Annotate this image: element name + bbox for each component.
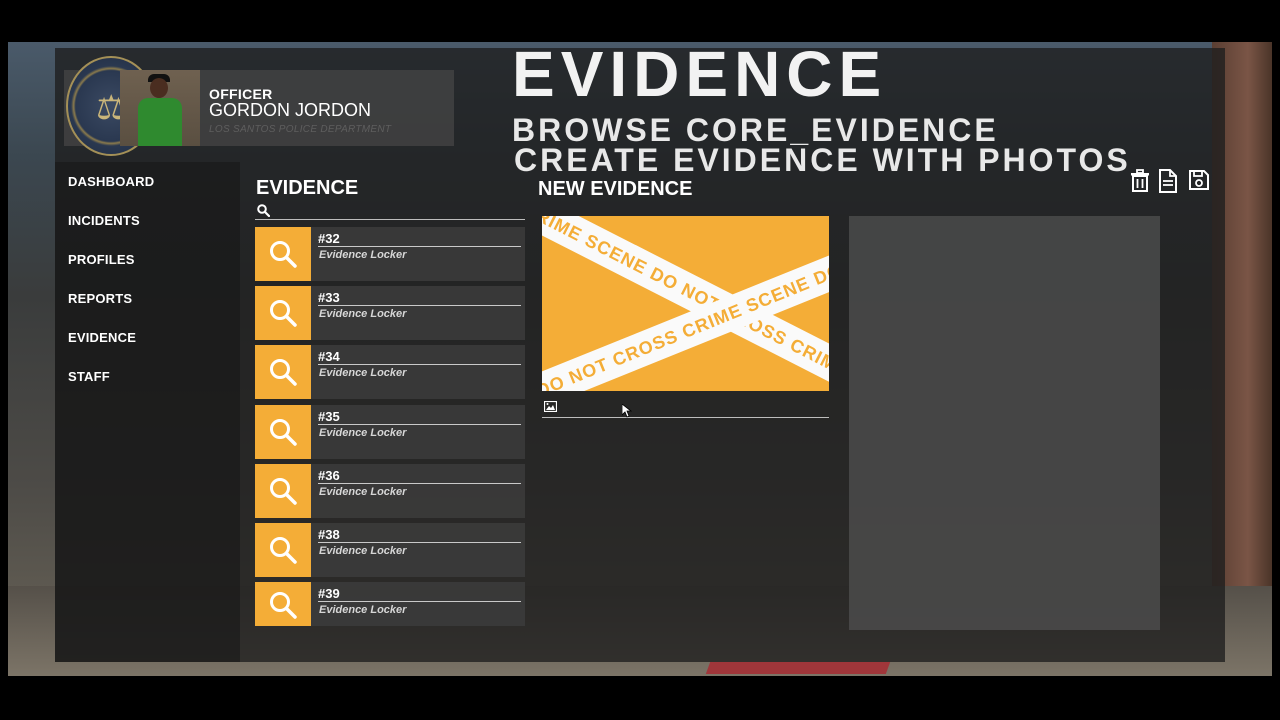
divider: [318, 541, 521, 543]
evidence-number: #32: [318, 231, 340, 246]
evidence-details-textarea[interactable]: [849, 216, 1160, 630]
divider: [318, 482, 521, 484]
evidence-list-item[interactable]: #36 Evidence Locker: [255, 463, 525, 518]
sidebar-item-reports[interactable]: REPORTS: [68, 291, 154, 330]
evidence-photo[interactable]: CRIME SCENE DO NOT CROSS CRIME SCENE DO …: [542, 216, 829, 391]
divider: [318, 305, 521, 307]
sidebar-item-profiles[interactable]: PROFILES: [68, 252, 154, 291]
officer-avatar: [120, 70, 200, 146]
evidence-number: #34: [318, 349, 340, 365]
evidence-number: #39: [318, 586, 340, 602]
search-icon: [255, 404, 311, 459]
evidence-location: Evidence Locker: [319, 426, 407, 439]
image-url-field[interactable]: [542, 400, 829, 418]
image-icon: [544, 401, 557, 412]
overlay-caption-2: CREATE EVIDENCE WITH PHOTOS: [514, 142, 1131, 178]
search-icon: [255, 286, 311, 341]
evidence-number: #36: [318, 467, 340, 483]
sidebar-item-incidents[interactable]: INCIDENTS: [68, 213, 154, 252]
officer-department: LOS SANTOS POLICE DEPARTMENT: [209, 124, 392, 135]
divider: [318, 423, 521, 425]
evidence-number: #38: [318, 526, 340, 542]
background-curb: [705, 662, 891, 674]
evidence-number: #33: [318, 290, 340, 306]
evidence-location: Evidence Locker: [319, 308, 407, 321]
evidence-location: Evidence Locker: [319, 367, 407, 380]
evidence-list-item[interactable]: #34 Evidence Locker: [255, 345, 525, 400]
officer-name: GORDON JORDON: [209, 100, 371, 120]
mouse-cursor-icon: [622, 404, 632, 418]
evidence-list-item[interactable]: #35 Evidence Locker: [255, 404, 525, 459]
evidence-list: #32 Evidence Locker #33 Evidence Locker …: [255, 227, 525, 631]
document-icon[interactable]: [1158, 169, 1182, 193]
trash-icon[interactable]: [1129, 169, 1153, 193]
search-icon: [255, 227, 311, 281]
sidebar-item-evidence[interactable]: EVIDENCE: [68, 330, 154, 369]
evidence-number: #35: [318, 408, 340, 424]
evidence-location: Evidence Locker: [319, 544, 407, 557]
evidence-list-item[interactable]: #33 Evidence Locker: [255, 286, 525, 341]
sidebar-item-dashboard[interactable]: DASHBOARD: [68, 174, 154, 213]
search-icon: [255, 345, 311, 400]
save-icon[interactable]: [1188, 169, 1212, 193]
sidebar-item-staff[interactable]: STAFF: [68, 369, 154, 408]
sidebar-nav: DASHBOARD INCIDENTS PROFILES REPORTS EVI…: [68, 174, 154, 408]
divider: [318, 601, 521, 603]
evidence-list-item[interactable]: #38 Evidence Locker: [255, 522, 525, 577]
search-icon: [257, 204, 270, 217]
new-evidence-heading: NEW EVIDENCE: [538, 178, 693, 200]
evidence-list-item[interactable]: #39 Evidence Locker: [255, 582, 525, 627]
evidence-location: Evidence Locker: [319, 485, 407, 498]
evidence-search-input[interactable]: [273, 202, 521, 218]
overlay-title: EVIDENCE: [512, 38, 888, 110]
evidence-list-item[interactable]: #32 Evidence Locker: [255, 227, 525, 281]
search-icon: [255, 582, 311, 627]
divider: [318, 364, 521, 366]
search-icon: [255, 522, 311, 577]
evidence-location: Evidence Locker: [319, 604, 407, 617]
evidence-location: Evidence Locker: [319, 249, 407, 261]
evidence-list-heading: EVIDENCE: [256, 177, 359, 199]
divider: [318, 246, 521, 247]
search-icon: [255, 463, 311, 518]
evidence-search: [255, 202, 525, 220]
